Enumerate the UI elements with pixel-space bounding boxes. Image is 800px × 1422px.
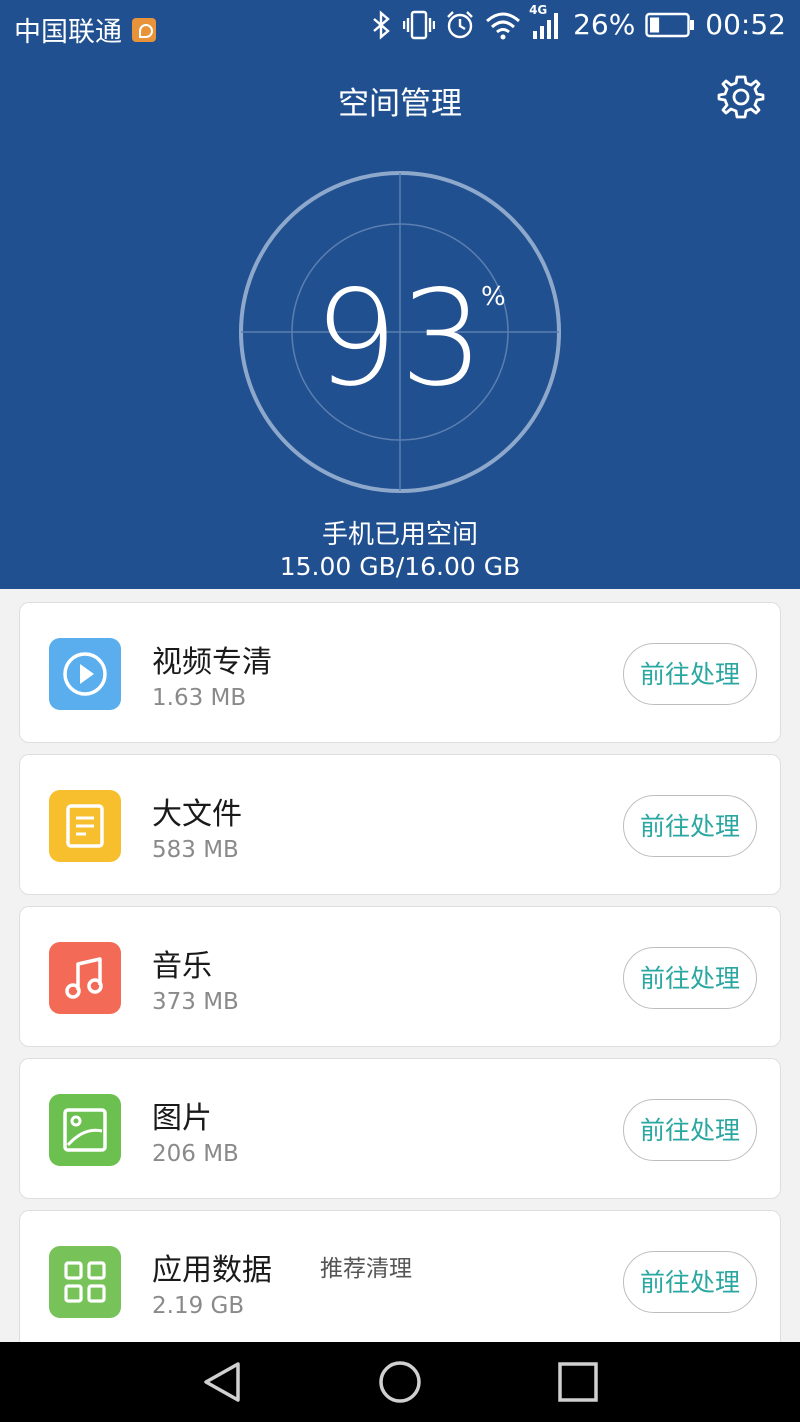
go-process-button[interactable]: 前往处理 [623,1251,757,1313]
recents-button[interactable] [556,1360,600,1404]
video-play-icon [49,638,121,710]
item-size: 2.19 GB [152,1293,245,1319]
percent-sign: % [481,282,506,312]
go-process-button[interactable]: 前往处理 [623,947,757,1009]
status-time: 00:52 [705,8,786,41]
page-title: 空间管理 [338,86,462,122]
go-process-button[interactable]: 前往处理 [623,1099,757,1161]
recents-square-icon [558,1362,598,1402]
wifi-icon [485,10,521,40]
item-size: 373 MB [152,989,239,1015]
list-item-pictures[interactable]: 图片 206 MB 前往处理 [19,1058,781,1199]
bluetooth-icon [371,9,393,40]
carrier-name: 中国联通 [14,17,122,48]
used-space-value: 15.00 GB/16.00 GB [279,552,521,581]
network-type-label: 4G [529,2,548,17]
gear-icon [717,75,765,119]
document-icon [49,790,121,862]
item-size: 583 MB [152,837,239,863]
item-name: 音乐 [152,949,212,984]
used-space-label: 手机已用空间 [321,520,478,550]
item-size: 206 MB [152,1141,239,1167]
back-triangle-icon [204,1362,240,1402]
list-item-app-data[interactable]: 应用数据 推荐清理 2.19 GB 前往处理 [19,1210,781,1360]
battery-icon [645,12,695,38]
back-button[interactable] [200,1360,244,1404]
settings-button[interactable] [716,72,766,122]
status-bar: 中国联通 4G 26% 00:52 [0,0,800,56]
home-button[interactable] [378,1360,422,1404]
vibrate-icon [403,10,436,40]
item-name: 图片 [152,1101,212,1136]
picture-icon [49,1094,121,1166]
carrier-badge-icon [132,17,156,42]
alarm-icon [445,10,475,40]
item-name: 应用数据 [152,1253,272,1288]
usage-percent: 93 [314,262,486,416]
home-circle-icon [379,1361,421,1403]
list-item-large-files[interactable]: 大文件 583 MB 前往处理 [19,754,781,895]
go-process-button[interactable]: 前往处理 [623,643,757,705]
signal-icon: 4G [529,3,563,41]
list-item-music[interactable]: 音乐 373 MB 前往处理 [19,906,781,1047]
navigation-bar [0,1342,800,1422]
apps-grid-icon [49,1246,121,1318]
header: 中国联通 4G 26% 00:52 空间管理 93 % 手机已用空间 15.00… [0,0,800,589]
music-note-icon [49,942,121,1014]
go-process-button[interactable]: 前往处理 [623,795,757,857]
item-name: 视频专清 [152,645,272,680]
item-size: 1.63 MB [152,685,247,711]
item-name: 大文件 [152,797,242,832]
recommend-tag: 推荐清理 [320,1256,412,1282]
list-item-video[interactable]: 视频专清 1.63 MB 前往处理 [19,602,781,743]
battery-percent: 26% [573,8,636,41]
